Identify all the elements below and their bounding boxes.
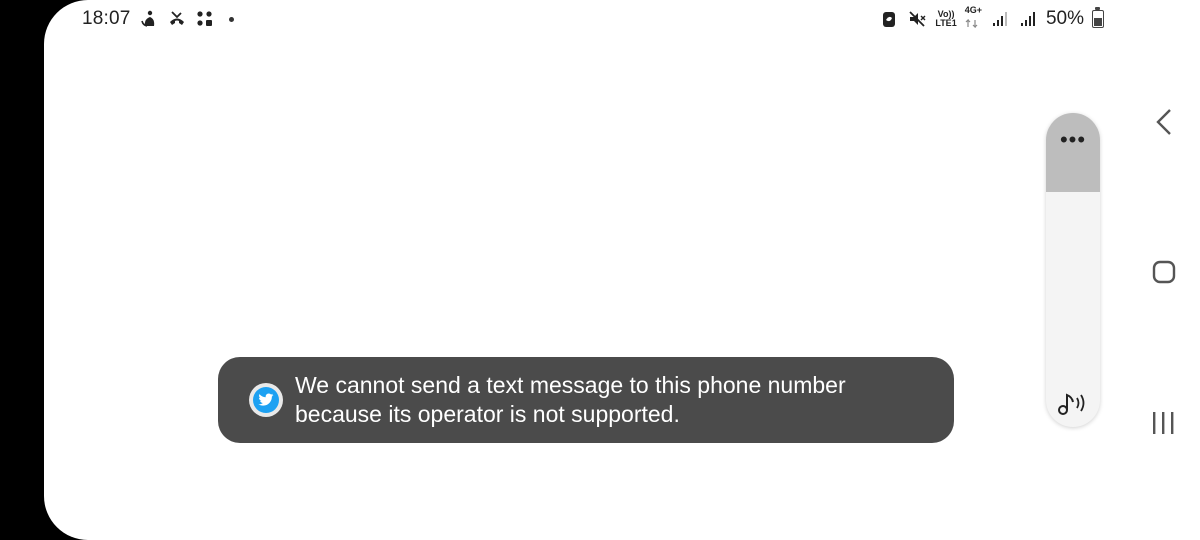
recents-icon[interactable] bbox=[1150, 410, 1176, 436]
volte-label-bottom: LTE1 bbox=[935, 18, 957, 28]
back-icon[interactable] bbox=[1154, 108, 1174, 136]
status-bar-left: 18:07 bbox=[82, 8, 234, 30]
twitter-icon bbox=[249, 383, 283, 417]
notification-dot bbox=[228, 16, 234, 22]
volume-panel[interactable]: ••• bbox=[1046, 113, 1100, 427]
battery-percent: 50% bbox=[1045, 8, 1084, 29]
status-time: 18:07 bbox=[82, 8, 131, 29]
volume-more-options-button[interactable]: ••• bbox=[1046, 129, 1100, 151]
toast-line-1: We cannot send a text message to this ph… bbox=[295, 372, 846, 398]
hotspot-icon bbox=[140, 10, 154, 27]
battery-level-fill bbox=[1094, 18, 1102, 26]
app-grid-icon bbox=[196, 11, 212, 26]
network-indicator: 4G+ bbox=[964, 4, 982, 33]
battery-saver-icon bbox=[883, 12, 896, 27]
volte-indicator: Vo)) LTE1 bbox=[935, 10, 956, 28]
network-type-label: 4G+ bbox=[964, 4, 982, 15]
home-icon[interactable] bbox=[1152, 260, 1176, 284]
volume-level-fill[interactable] bbox=[1046, 113, 1100, 192]
status-bar-right: Vo)) LTE1 4G+ 50% bbox=[879, 4, 1104, 33]
signal-sim1-icon bbox=[992, 12, 1007, 26]
mute-icon bbox=[909, 11, 926, 27]
data-arrows-icon bbox=[965, 18, 978, 28]
toast-line-2: because its operator is not supported. bbox=[295, 401, 680, 427]
signal-sim2-icon bbox=[1020, 12, 1035, 26]
toast-message: We cannot send a text message to this ph… bbox=[218, 357, 954, 443]
twitter-bird-icon bbox=[258, 393, 274, 406]
missed-call-icon bbox=[169, 11, 184, 25]
battery-icon bbox=[1092, 7, 1104, 28]
toast-text: We cannot send a text message to this ph… bbox=[295, 371, 846, 429]
phone-screen: 18:07 Vo)) LTE1 4G+ 50% ••• We cannot se… bbox=[44, 0, 1200, 540]
music-note-sound-icon[interactable] bbox=[1055, 389, 1091, 417]
twitter-icon-badge bbox=[253, 387, 279, 413]
